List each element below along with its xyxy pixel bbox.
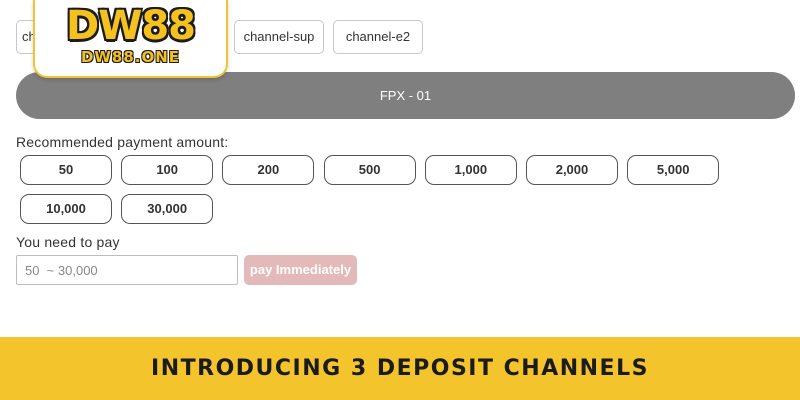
logo-sub-text: DW88.ONE (80, 48, 181, 66)
banner-title: INTRODUCING 3 DEPOSIT CHANNELS (151, 356, 649, 381)
amount-button[interactable]: 2,000 (526, 155, 618, 185)
brand-logo: DW88 DW88.ONE (33, 0, 228, 78)
recommended-amount-label: Recommended payment amount: (16, 134, 229, 150)
amount-input[interactable] (16, 255, 238, 285)
amount-button[interactable]: 50 (20, 155, 112, 185)
pay-amount-label: You need to pay (16, 234, 120, 250)
pay-immediately-button[interactable]: pay Immediately (244, 255, 357, 285)
payment-method-option[interactable]: FPX - 01 (16, 72, 795, 119)
amount-button[interactable]: 10,000 (20, 194, 112, 224)
amount-button[interactable]: 5,000 (627, 155, 720, 185)
amount-button[interactable]: 1,000 (424, 155, 517, 185)
channel-tab-e2[interactable]: channel-e2 (333, 20, 423, 54)
logo-main-text: DW88 (66, 3, 196, 49)
amount-button[interactable]: 500 (323, 155, 416, 185)
channel-tab-sup[interactable]: channel-sup (234, 20, 324, 54)
caption-banner: INTRODUCING 3 DEPOSIT CHANNELS (0, 337, 800, 400)
amount-button[interactable]: 30,000 (121, 194, 214, 224)
amount-button[interactable]: 100 (121, 155, 214, 185)
amount-button[interactable]: 200 (222, 155, 315, 185)
